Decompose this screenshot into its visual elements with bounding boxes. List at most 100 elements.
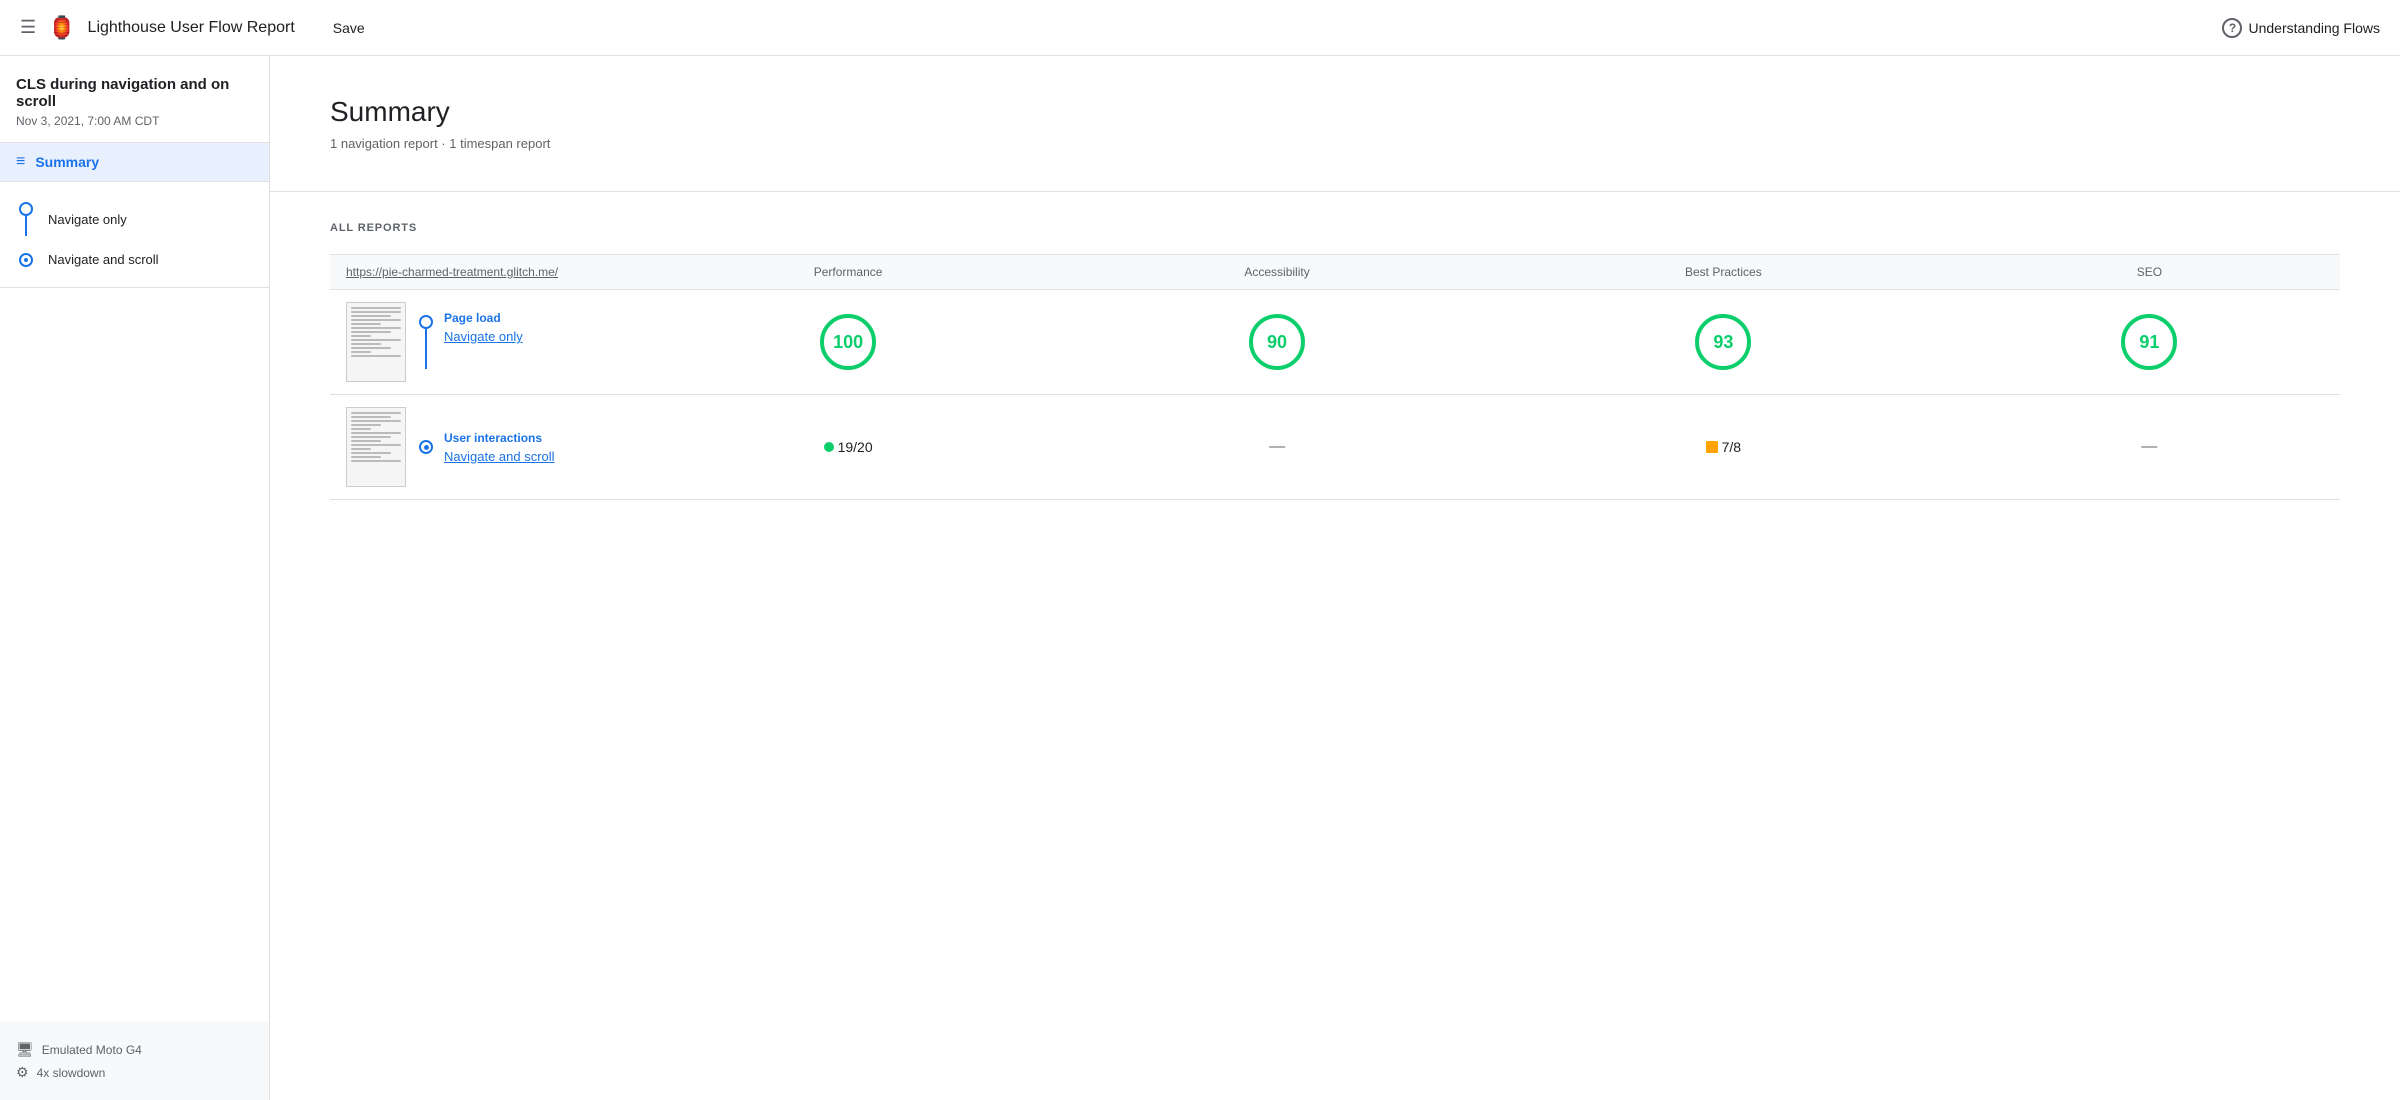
thumb-line — [351, 323, 381, 325]
project-info: CLS during navigation and on scroll Nov … — [0, 56, 269, 143]
thumbnail-cell-2 — [330, 395, 410, 500]
thumb-line — [351, 331, 391, 333]
report-name-1[interactable]: Navigate only — [444, 329, 523, 344]
thumb-line — [351, 412, 401, 414]
reports-table: https://pie-charmed-treatment.glitch.me/… — [330, 254, 2340, 500]
reports-section: ALL REPORTS https://pie-charmed-treatmen… — [270, 192, 2400, 530]
score-circle-seo: 91 — [2121, 314, 2177, 370]
thumb-line — [351, 343, 381, 345]
url-link[interactable]: https://pie-charmed-treatment.glitch.me/ — [346, 265, 558, 279]
thumb-line — [351, 432, 401, 434]
thumb-lines — [347, 303, 405, 361]
thumb-line — [351, 311, 401, 313]
device-section: 🖥 Emulated Moto G4 ⚙ 4x slowdown — [0, 1022, 269, 1100]
thumb-line — [351, 448, 371, 450]
timer-inner-dot — [424, 445, 429, 450]
save-button[interactable]: Save — [323, 14, 375, 42]
thumb-line — [351, 355, 401, 357]
flow-line — [25, 216, 27, 236]
score-circle-best-practices: 93 — [1695, 314, 1751, 370]
flow-connector-cell-2: User interactions Navigate and scroll — [410, 395, 630, 500]
col-seo: SEO — [1959, 255, 2340, 290]
all-reports-label: ALL REPORTS — [330, 222, 2340, 234]
report-type-2: User interactions — [444, 431, 555, 445]
summary-section: Summary 1 navigation report · 1 timespan… — [270, 56, 2400, 192]
thumb-line — [351, 335, 371, 337]
logo-icon: 🏮 — [48, 15, 75, 41]
content-area: Summary 1 navigation report · 1 timespan… — [270, 56, 2400, 1100]
report-meta-2: User interactions Navigate and scroll — [444, 431, 555, 464]
flow-connector-cell: Page load Navigate only — [410, 290, 630, 395]
thumb-line — [351, 424, 381, 426]
score-circle-accessibility: 90 — [1249, 314, 1305, 370]
col-best-practices: Best Practices — [1488, 255, 1959, 290]
dash-accessibility: — — [1269, 438, 1285, 455]
score-seo-2: — — [1959, 395, 2340, 500]
score-performance-2: 19/20 — [630, 395, 1066, 500]
understanding-flows-label: Understanding Flows — [2248, 20, 2380, 36]
score-seo-1: 91 — [1959, 290, 2340, 395]
device-icon: 🖥 — [16, 1041, 34, 1058]
thumb-line — [351, 456, 381, 458]
thumb-line — [351, 444, 401, 446]
understanding-flows-link[interactable]: ? Understanding Flows — [2222, 18, 2380, 38]
sidebar-flow-section: Navigate only Navigate and scroll — [0, 182, 269, 288]
slowdown-label: 4x slowdown — [37, 1066, 106, 1080]
table-row: User interactions Navigate and scroll 19… — [330, 395, 2340, 500]
timespan-rect-val: 7/8 — [1722, 439, 1741, 455]
project-date: Nov 3, 2021, 7:00 AM CDT — [16, 114, 253, 128]
nav-dot — [19, 202, 33, 216]
connector-dot-timer — [419, 440, 433, 454]
thumb-line — [351, 460, 401, 462]
menu-icon[interactable]: ☰ — [20, 17, 36, 38]
app-title: Lighthouse User Flow Report — [88, 19, 295, 37]
device-emulated: 🖥 Emulated Moto G4 — [16, 1038, 253, 1061]
table-header-row: https://pie-charmed-treatment.glitch.me/… — [330, 255, 2340, 290]
thumb-line — [351, 339, 401, 341]
score-best-practices-2: 7/8 — [1488, 395, 1959, 500]
list-icon: ≡ — [16, 153, 25, 171]
thumb-line — [351, 416, 391, 418]
flow-timeline-nav — [16, 202, 36, 236]
connector-dot-nav — [419, 315, 433, 329]
device-slowdown: ⚙ 4x slowdown — [16, 1061, 253, 1084]
timespan-dot — [824, 442, 834, 452]
project-title: CLS during navigation and on scroll — [16, 76, 253, 110]
sidebar: CLS during navigation and on scroll Nov … — [0, 56, 270, 1100]
col-accessibility: Accessibility — [1066, 255, 1488, 290]
col-performance: Performance — [630, 255, 1066, 290]
thumb-line — [351, 307, 401, 309]
connector-line — [425, 329, 427, 369]
slowdown-icon: ⚙ — [16, 1064, 29, 1081]
report-name-2[interactable]: Navigate and scroll — [444, 449, 555, 464]
table-row: Page load Navigate only 100 — [330, 290, 2340, 395]
score-accessibility-1: 90 — [1066, 290, 1488, 395]
dash-seo: — — [2141, 438, 2157, 455]
report-thumbnail-2 — [346, 407, 406, 487]
sidebar-summary-label: Summary — [35, 154, 99, 170]
thumb-line — [351, 347, 391, 349]
sidebar-summary-item[interactable]: ≡ Summary — [0, 143, 269, 182]
thumb-line — [351, 319, 401, 321]
thumb-line — [351, 440, 381, 442]
sidebar-item-navigate-only[interactable]: Navigate only — [0, 194, 269, 244]
device-label: Emulated Moto G4 — [42, 1043, 142, 1057]
row1-connector — [418, 311, 434, 373]
timespan-rect — [1706, 441, 1718, 453]
timespan-score-val: 19/20 — [838, 439, 873, 455]
timer-dot — [19, 253, 33, 267]
flow-label-navigate-only: Navigate only — [48, 212, 127, 227]
score-best-practices-1: 93 — [1488, 290, 1959, 395]
thumb-line — [351, 420, 401, 422]
thumb-line — [351, 327, 401, 329]
row2-connector — [418, 440, 434, 454]
summary-title: Summary — [330, 96, 2340, 128]
score-performance-1: 100 — [630, 290, 1066, 395]
timespan-rect-score: 7/8 — [1504, 439, 1943, 455]
thumb-line — [351, 428, 371, 430]
thumb-lines-2 — [347, 408, 405, 466]
score-circle-performance: 100 — [820, 314, 876, 370]
sidebar-item-navigate-and-scroll[interactable]: Navigate and scroll — [0, 244, 269, 275]
report-thumbnail — [346, 302, 406, 382]
help-icon: ? — [2222, 18, 2242, 38]
